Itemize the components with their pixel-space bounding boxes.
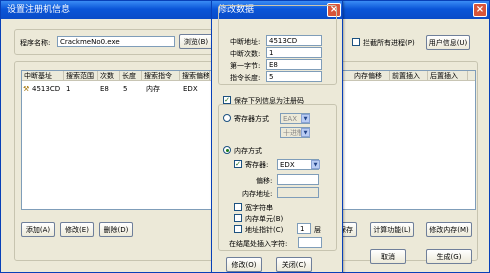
main-close-icon[interactable]: ×: [473, 3, 487, 17]
byte-input[interactable]: E8: [266, 59, 322, 70]
register-mode-radio[interactable]: [223, 114, 231, 122]
tail-insert-label: 在结尾处插入字符:: [229, 240, 288, 248]
register-mode-label: 寄存器方式: [234, 115, 269, 123]
addr-ptr-checkbox[interactable]: [234, 225, 242, 233]
cancel-button[interactable]: 取消: [370, 249, 406, 264]
addr-input[interactable]: 4513CD: [266, 35, 322, 46]
col-header-pre-insert[interactable]: 前置插入: [390, 71, 428, 81]
add-button[interactable]: 添加(A): [21, 222, 55, 237]
program-input[interactable]: CrackmeNo0.exe: [57, 36, 175, 47]
row-icon: ⚒: [23, 85, 30, 93]
mem-addr-label: 内存地址:: [242, 190, 273, 198]
byte-label: 第一字节:: [230, 62, 261, 70]
col-header-addr[interactable]: 中断基址: [22, 71, 64, 81]
length-input[interactable]: 5: [266, 71, 322, 82]
format-dropdown-icon[interactable]: ▼: [301, 128, 310, 137]
layer-input[interactable]: 1: [297, 223, 311, 234]
mem-addr-input[interactable]: [277, 187, 319, 198]
memory-mode-label: 内存方式: [234, 147, 262, 155]
mem-register-dropdown-icon[interactable]: ▼: [311, 160, 320, 169]
count-label: 中断次数:: [230, 50, 261, 58]
mem-register-checkbox[interactable]: ✓: [234, 160, 242, 168]
cell-count: E8: [100, 85, 109, 93]
col-header-count[interactable]: 次数: [98, 71, 120, 81]
save-as-code-checkbox[interactable]: ✓: [223, 96, 231, 104]
col-header-range[interactable]: 搜索范围: [64, 71, 98, 81]
cell-addr: 4513CD: [32, 85, 61, 93]
count-input[interactable]: 1: [266, 47, 322, 58]
modify-memory-button[interactable]: 修改内存(M): [426, 222, 472, 237]
layer-label: 层: [314, 226, 321, 234]
intercept-label: 拦截所有进程(P): [363, 39, 415, 47]
register-dropdown-icon[interactable]: ▼: [301, 114, 310, 123]
tail-insert-input[interactable]: [298, 237, 322, 248]
delete-button[interactable]: 删除(D): [99, 222, 133, 237]
cell-offset: EDX: [183, 85, 198, 93]
addr-ptr-label: 地址指针(C): [245, 226, 284, 234]
dialog-ok-button[interactable]: 修改(O): [226, 257, 262, 272]
modify-button[interactable]: 修改(E): [60, 222, 94, 237]
cell-length: 5: [123, 85, 128, 93]
memory-mode-radio[interactable]: [223, 146, 231, 154]
offset-input[interactable]: [277, 174, 319, 185]
col-header-offset[interactable]: 搜索偏移: [180, 71, 210, 81]
main-window-title: 设置注册机信息: [7, 5, 71, 15]
col-header-mem-offset[interactable]: 内存偏移: [352, 71, 390, 81]
intercept-checkbox[interactable]: [352, 38, 360, 46]
generate-button[interactable]: 生成(G): [426, 249, 472, 264]
mem-unit-checkbox[interactable]: [234, 214, 242, 222]
addr-label: 中断地址:: [230, 38, 261, 46]
modify-dialog: 修改数据 × 中断地址: 4513CD 中断次数: 1 第一字节: E8 指令长…: [211, 0, 343, 273]
wide-char-checkbox[interactable]: [234, 203, 242, 211]
dialog-close-button[interactable]: 关闭(C): [276, 257, 312, 272]
calc-button[interactable]: 计算功能(L): [370, 222, 414, 237]
offset-label: 偏移:: [256, 177, 273, 185]
wide-char-label: 宽字符串: [245, 204, 273, 212]
mem-register-label: 寄存器:: [245, 161, 269, 169]
col-header-post-insert[interactable]: 后置插入: [428, 71, 468, 81]
cell-range: 1: [66, 85, 71, 93]
length-label: 指令长度:: [230, 74, 261, 82]
browse-button[interactable]: 浏览(B): [179, 34, 213, 49]
mem-unit-label: 内存单元(B): [245, 215, 284, 223]
program-label: 程序名称:: [20, 39, 51, 47]
col-header-instr[interactable]: 搜索指令: [142, 71, 180, 81]
col-header-length[interactable]: 长度: [120, 71, 142, 81]
user-info-button[interactable]: 用户信息(U): [426, 35, 470, 50]
cell-instr: 内存: [146, 85, 160, 93]
